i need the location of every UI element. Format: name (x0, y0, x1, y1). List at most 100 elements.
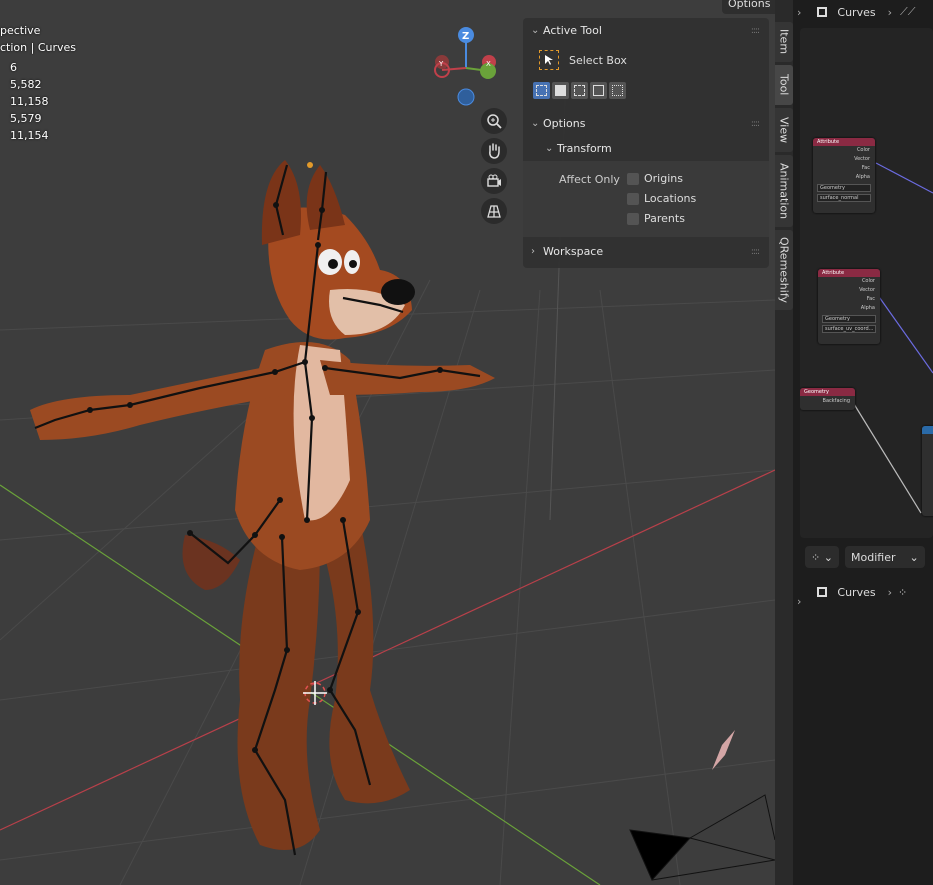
attribute-node[interactable]: Attribute Color Vector Fac Alpha Geometr… (813, 138, 875, 213)
node-socket-label: Fac (861, 165, 870, 171)
node-editor-header: › Curves › ⟋⟋ (793, 0, 933, 24)
object-data-icon (817, 587, 828, 597)
geometry-nodes-icon: ⁘ ⌄ (811, 550, 833, 564)
node-dropdown[interactable]: Geometry (817, 184, 871, 192)
locations-checkbox[interactable]: Locations (627, 192, 696, 205)
breadcrumb-title: Curves (837, 5, 876, 19)
chevron-down-icon: ⌄ (531, 25, 540, 36)
checkbox-label: Origins (644, 172, 683, 185)
mode-set-button[interactable] (533, 82, 550, 99)
node-text-field[interactable]: surface_normal (817, 194, 871, 202)
chevron-right-icon: › (531, 246, 535, 257)
node-title: Attribute (818, 269, 880, 277)
attribute-node[interactable]: Attribute Color Vector Fac Alpha Geometr… (818, 269, 880, 344)
tab-tool[interactable]: Tool (775, 65, 793, 105)
modifier-breadcrumb: › Curves › ⁘ (793, 580, 933, 608)
modifier-type-dropdown[interactable]: ⁘ ⌄ (805, 546, 839, 568)
node-socket-label: Vector (859, 287, 875, 293)
checkbox-label: Parents (644, 212, 685, 225)
mode-intersect-button[interactable] (609, 82, 626, 99)
node-socket-label: Alpha (860, 305, 875, 311)
geometry-nodes-icon: ⁘ (898, 585, 908, 599)
node-socket-label: Color (856, 147, 870, 153)
zoom-icon[interactable] (481, 108, 507, 134)
active-tool-title: Active Tool (543, 24, 602, 37)
output-node[interactable] (922, 426, 933, 516)
tab-label: Animation (777, 162, 791, 220)
stat-value: 11,154 (10, 129, 49, 142)
tab-animation[interactable]: Animation (775, 155, 793, 227)
select-box-tool-icon[interactable] (539, 50, 559, 70)
options-label: Options (728, 0, 771, 10)
parents-checkbox[interactable]: Parents (627, 212, 685, 225)
pan-hand-icon[interactable] (481, 138, 507, 164)
chevron-right-icon: › (887, 5, 892, 19)
fox-character (30, 160, 495, 850)
chevron-down-icon: ⌄ (531, 118, 540, 129)
geometry-node[interactable]: Geometry Backfacing (800, 388, 855, 410)
node-socket-label: Vector (854, 156, 870, 162)
sidebar-tabs: Item Tool View Animation QRemeshify (775, 0, 793, 885)
selection-mode-group (533, 82, 626, 99)
mode-difference-button[interactable] (590, 82, 607, 99)
sidebar-panel: ⌄ Active Tool :::: Select Box ⌄ Options … (523, 18, 769, 268)
hair-curves-icon: ⟋⟋ (900, 5, 916, 18)
mode-extend-button[interactable] (552, 82, 569, 99)
gizmo-x-label: X (486, 60, 491, 68)
transform-header[interactable]: ⌄ Transform (545, 142, 612, 155)
node-socket-label: Alpha (855, 174, 870, 180)
perspective-grid-icon[interactable] (481, 198, 507, 224)
tab-label: Tool (777, 74, 791, 96)
node-dropdown[interactable]: Geometry (822, 315, 876, 323)
tab-qremeshify[interactable]: QRemeshify (775, 230, 793, 310)
origin-dot (307, 162, 313, 168)
active-tool-header[interactable]: ⌄ Active Tool (531, 24, 602, 37)
chevron-down-icon: ⌄ (909, 550, 919, 564)
chevron-right-icon: › (887, 585, 892, 599)
tab-label: View (777, 116, 791, 144)
node-title (922, 426, 933, 434)
object-context-label: ction | Curves (0, 41, 77, 54)
node-title: Attribute (813, 138, 875, 146)
node-editor-canvas[interactable]: Attribute Color Vector Fac Alpha Geometr… (800, 28, 933, 538)
stat-value: 5,582 (10, 78, 42, 91)
camera-object (629, 794, 775, 881)
object-data-icon (817, 7, 828, 17)
workspace-header[interactable]: › Workspace (531, 245, 603, 258)
mode-subtract-button[interactable] (571, 82, 588, 99)
stat-value: 5,579 (10, 112, 42, 125)
checkbox-label: Locations (644, 192, 697, 205)
affect-only-label: Affect Only (559, 173, 620, 186)
tab-item[interactable]: Item (775, 22, 793, 62)
viewport-options-dropdown[interactable]: Options ⌄ (722, 0, 775, 14)
breadcrumb-title: Curves (837, 585, 876, 599)
options-title: Options (543, 117, 586, 130)
stat-value: 11,158 (10, 95, 49, 108)
workspace-title: Workspace (543, 245, 604, 258)
tool-name-label: Select Box (569, 54, 627, 67)
tab-view[interactable]: View (775, 108, 793, 152)
3d-viewport[interactable]: Z X Y pective ction | Curves 6 5,582 11,… (0, 0, 775, 885)
chevron-right-icon[interactable]: › (797, 595, 801, 608)
node-text-field[interactable]: surface_uv_coord... (822, 325, 876, 333)
camera-view-icon[interactable] (481, 168, 507, 194)
modifier-label: Modifier (851, 550, 896, 564)
gizmo-y-label: Y (438, 60, 444, 68)
drag-grip-icon[interactable]: :::: (751, 247, 760, 257)
drag-grip-icon[interactable]: :::: (751, 119, 760, 129)
right-editor-area: › Curves › ⟋⟋ Attribute Color Vector Fac… (793, 0, 933, 885)
chevron-down-icon: ⌄ (545, 143, 554, 154)
origins-checkbox[interactable]: Origins (627, 172, 683, 185)
node-title: Geometry (800, 388, 855, 396)
viewport-info-overlay: pective ction | Curves 6 5,582 11,158 5,… (0, 22, 76, 144)
drag-grip-icon[interactable]: :::: (751, 26, 760, 36)
node-socket-label: Backfacing (822, 398, 850, 404)
chevron-right-icon[interactable]: › (797, 6, 801, 19)
modifier-context-dropdown[interactable]: Modifier ⌄ (845, 546, 925, 568)
node-socket-label: Fac (866, 296, 875, 302)
node-socket-label: Color (861, 278, 875, 284)
gizmo-z-label: Z (462, 31, 469, 42)
options-header[interactable]: ⌄ Options (531, 117, 585, 130)
tab-label: QRemeshify (777, 236, 791, 303)
transform-title: Transform (557, 142, 612, 155)
